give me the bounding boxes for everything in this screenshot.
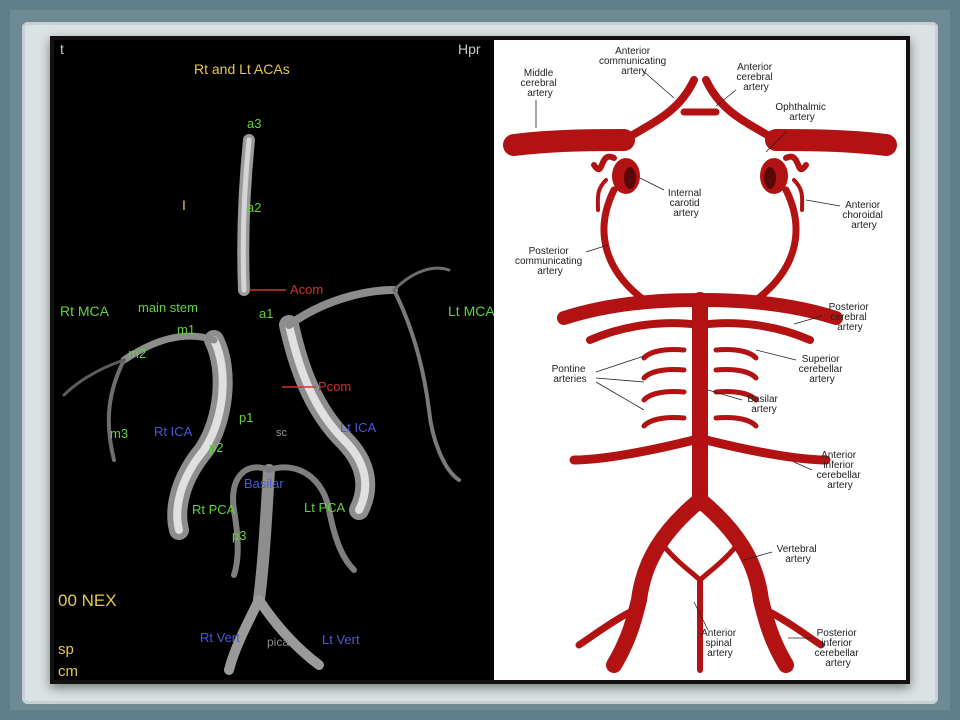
mra-sp: sp [58,641,74,658]
label-lt-ica: Lt ICA [340,420,376,435]
mra-cm: cm [58,663,78,680]
label-lt-vert: Lt Vert [322,632,360,647]
label-sc: sc [276,427,288,439]
mra-corner-left: t [60,41,64,57]
label-anterior-communicating-artery: Anterior communicating artery [599,46,669,77]
label-basilar: Basilar [244,476,284,491]
label-m1: m1 [177,322,195,337]
label-pontine-arteries: Pontine arteries [552,364,589,385]
label-a2: a2 [247,200,261,215]
label-ophthalmic-artery: Ophthalmic artery [775,102,828,123]
label-pica: pica [267,635,289,649]
mra-marker: I [182,197,186,213]
label-anterior-spinal-artery: Anterior spinal artery [701,628,739,659]
label-rt-pca: Rt PCA [192,502,236,517]
label-main-stem: main stem [138,300,198,315]
label-superior-cerebellar-artery: Superior cerebellar artery [799,354,846,385]
mra-corner-right: Hpr [458,41,481,57]
mra-angiogram-panel: t Hpr I 00 NEX sp cm Rt and Lt ACAs a3 a… [54,40,494,680]
label-rt-ica: Rt ICA [154,424,193,439]
label-internal-carotid-artery: Internal carotid artery [668,188,704,219]
label-anterior-cerebral-artery: Anterior cerebral artery [737,62,776,93]
label-pcom: Pcom [318,379,351,394]
label-a3: a3 [247,116,261,131]
label-p1: p1 [239,410,253,425]
label-lt-mca: Lt MCA [448,303,494,319]
label-pica: Posterior inferior cerebellar artery [815,628,862,669]
label-acas: Rt and Lt ACAs [194,61,290,77]
label-posterior-cerebral-artery: Posterior cerebral artery [829,302,872,333]
label-rt-vert: Rt Vert [200,630,240,645]
label-basilar-artery: Basilar artery [747,394,780,415]
label-anterior-choroidal-artery: Anterior choroidal artery [842,200,885,231]
mra-nex: 00 NEX [58,591,117,610]
label-rt-mca: Rt MCA [60,303,110,319]
label-p2: p2 [209,440,223,455]
artery-diagram: Anterior communicating artery Anterior c… [503,46,897,673]
label-acom: Acom [290,282,323,297]
label-lt-pca: Lt PCA [304,500,346,515]
label-a1: a1 [259,306,273,321]
mra-labels: t Hpr I 00 NEX sp cm Rt and Lt ACAs a3 a… [58,41,494,680]
label-p3: p3 [232,528,246,543]
label-middle-cerebral-artery: Middle cerebral artery [521,68,560,99]
label-posterior-communicating-artery: Posterior communicating artery [515,246,585,277]
circle-of-willis-diagram: Anterior communicating artery Anterior c… [494,40,906,680]
label-vertebral-artery: Vertebral artery [777,544,820,565]
label-m2: m2 [128,346,146,361]
label-m3: m3 [110,426,128,441]
label-aica: Anterior inferior cerebellar artery [817,450,864,491]
